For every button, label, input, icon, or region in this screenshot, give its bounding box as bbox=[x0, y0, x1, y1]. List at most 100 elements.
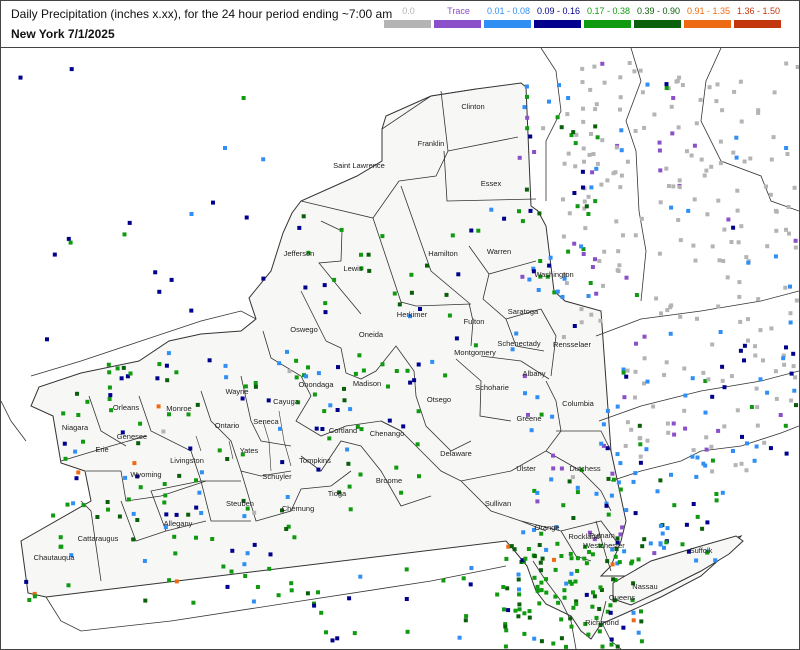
station-dot bbox=[527, 615, 532, 620]
station-dot bbox=[625, 420, 630, 425]
station-dot bbox=[745, 441, 749, 446]
station-dot bbox=[562, 595, 567, 600]
station-dot bbox=[593, 124, 598, 129]
station-dot bbox=[664, 360, 669, 365]
station-dot bbox=[632, 69, 637, 74]
station-dot bbox=[292, 535, 297, 540]
legend-item-trace: Trace bbox=[431, 6, 486, 42]
station-dot bbox=[598, 318, 603, 323]
station-dot bbox=[504, 628, 509, 633]
station-dot bbox=[629, 427, 634, 432]
station-dot bbox=[552, 557, 556, 562]
station-dot bbox=[301, 214, 306, 219]
station-dot bbox=[720, 108, 725, 113]
station-dot bbox=[720, 364, 725, 369]
station-dot bbox=[733, 463, 738, 468]
legend-label: 0.01 - 0.08 bbox=[486, 6, 531, 16]
station-dot bbox=[685, 149, 689, 154]
county-label-westchester: Westchester bbox=[583, 541, 625, 550]
station-dot bbox=[618, 75, 623, 80]
station-dot bbox=[615, 644, 620, 649]
station-dot bbox=[633, 511, 638, 516]
station-dot bbox=[784, 345, 788, 350]
station-dot bbox=[671, 96, 676, 100]
station-dot bbox=[305, 591, 310, 596]
station-dot bbox=[640, 544, 645, 549]
county-label-fulton: Fulton bbox=[464, 317, 485, 326]
legend-item-136-150: 1.36 - 1.50 bbox=[731, 6, 786, 42]
station-dot bbox=[746, 338, 750, 343]
station-dot bbox=[666, 184, 671, 188]
station-dot bbox=[517, 209, 521, 214]
station-dot bbox=[748, 156, 753, 161]
station-dot bbox=[630, 559, 635, 564]
station-dot bbox=[225, 584, 230, 589]
station-dot bbox=[591, 152, 596, 157]
station-dot bbox=[123, 475, 128, 480]
station-dot bbox=[169, 277, 174, 282]
station-dot bbox=[570, 475, 575, 480]
station-dot bbox=[241, 96, 246, 100]
station-dot bbox=[651, 404, 656, 409]
station-dot bbox=[568, 616, 573, 621]
station-dot bbox=[119, 376, 124, 381]
station-dot bbox=[638, 454, 643, 459]
station-dot bbox=[121, 365, 126, 370]
station-dot bbox=[294, 358, 299, 363]
county-label-saratoga: Saratoga bbox=[508, 307, 539, 316]
station-dot bbox=[509, 544, 514, 549]
station-dot bbox=[549, 477, 554, 482]
station-dot bbox=[624, 508, 629, 513]
station-dot bbox=[18, 75, 23, 80]
station-dot bbox=[645, 438, 650, 443]
county-label-herkimer: Herkimer bbox=[397, 310, 428, 319]
station-dot bbox=[544, 547, 549, 552]
legend-item-009-016: 0.09 - 0.16 bbox=[531, 6, 586, 42]
station-dot bbox=[58, 535, 63, 540]
station-dot bbox=[548, 255, 553, 260]
station-dot bbox=[401, 424, 406, 429]
station-dot bbox=[769, 157, 774, 162]
legend-swatch bbox=[534, 20, 581, 28]
station-dot bbox=[587, 152, 592, 157]
station-dot bbox=[572, 241, 577, 246]
station-dot bbox=[664, 166, 669, 171]
station-dot bbox=[285, 349, 289, 354]
station-dot bbox=[744, 255, 749, 260]
station-dot bbox=[746, 317, 750, 322]
station-dot bbox=[573, 164, 578, 169]
station-dot bbox=[791, 351, 796, 356]
map-header: Daily Precipitation (inches x.xx), for t… bbox=[1, 1, 799, 48]
station-dot bbox=[695, 514, 700, 519]
station-dot bbox=[280, 460, 285, 465]
station-dot bbox=[636, 557, 641, 562]
station-dot bbox=[324, 630, 328, 635]
station-dot bbox=[346, 461, 351, 466]
station-dot bbox=[278, 426, 282, 431]
station-dot bbox=[644, 447, 649, 452]
station-dot bbox=[633, 129, 638, 133]
station-dot bbox=[592, 64, 597, 69]
station-dot bbox=[316, 590, 320, 595]
station-dot bbox=[312, 603, 317, 608]
station-dot bbox=[172, 534, 177, 539]
county-label-wayne: Wayne bbox=[225, 387, 248, 396]
station-dot bbox=[623, 443, 628, 448]
station-dot bbox=[613, 554, 618, 559]
station-dot bbox=[682, 408, 687, 413]
station-dot bbox=[633, 369, 638, 374]
station-dot bbox=[703, 410, 708, 415]
station-dot bbox=[191, 600, 196, 605]
station-dot bbox=[786, 205, 791, 209]
station-dot bbox=[572, 324, 577, 328]
station-dot bbox=[322, 409, 327, 414]
station-dot bbox=[640, 90, 645, 95]
station-dot bbox=[131, 511, 136, 516]
station-dot bbox=[704, 447, 709, 452]
station-dot bbox=[609, 642, 614, 647]
station-dot bbox=[536, 288, 541, 292]
station-dot bbox=[590, 604, 595, 609]
station-dot bbox=[614, 145, 619, 150]
station-dot bbox=[793, 238, 798, 243]
station-dot bbox=[599, 441, 604, 446]
